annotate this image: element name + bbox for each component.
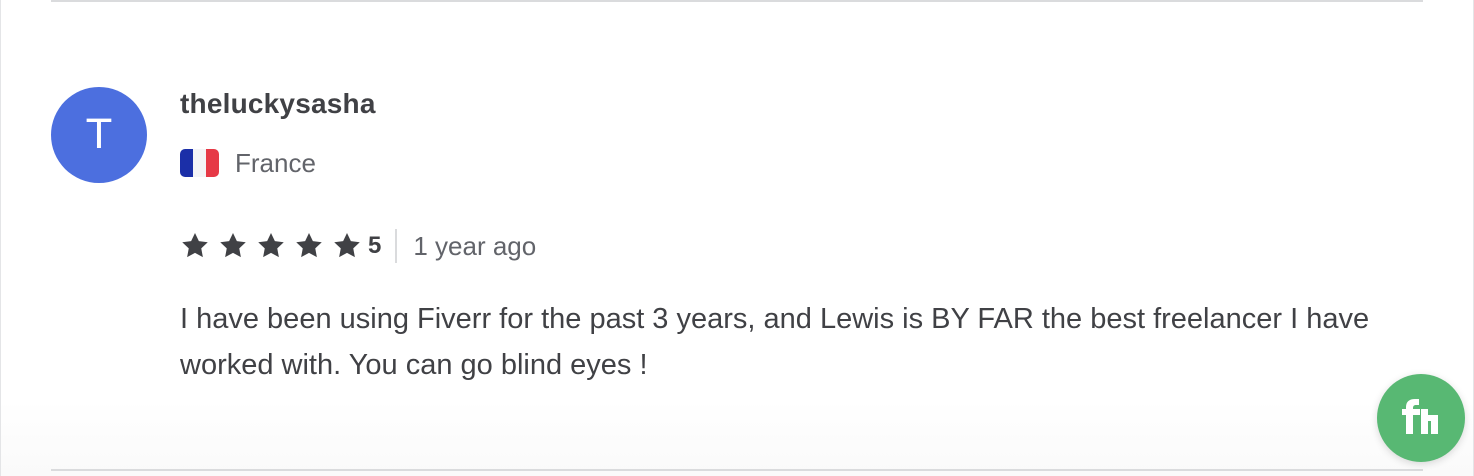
rating-row: 5 1 year ago [180, 229, 536, 263]
fiverr-logo-icon [1402, 399, 1438, 434]
review-time: 1 year ago [413, 230, 537, 261]
france-flag-icon [180, 149, 219, 177]
star-icon [220, 233, 246, 258]
review-card: T theluckysasha France 5 1 year ago I ha… [0, 0, 1474, 476]
rating-value: 5 [368, 232, 382, 259]
star-icon [334, 233, 360, 258]
bottom-divider [51, 469, 1423, 471]
star-icon [296, 233, 322, 258]
avatar[interactable]: T [51, 87, 147, 183]
star-icon [258, 233, 284, 258]
star-rating [180, 231, 368, 261]
country-name: France [235, 147, 316, 178]
review-text: I have been using Fiverr for the past 3 … [180, 303, 1370, 381]
top-divider [51, 0, 1423, 2]
chat-button[interactable] [1377, 374, 1465, 462]
star-icon [182, 233, 208, 258]
reviewer-username[interactable]: theluckysasha [180, 88, 376, 120]
reviewer-country: France [180, 147, 316, 179]
rating-separator [395, 229, 398, 263]
